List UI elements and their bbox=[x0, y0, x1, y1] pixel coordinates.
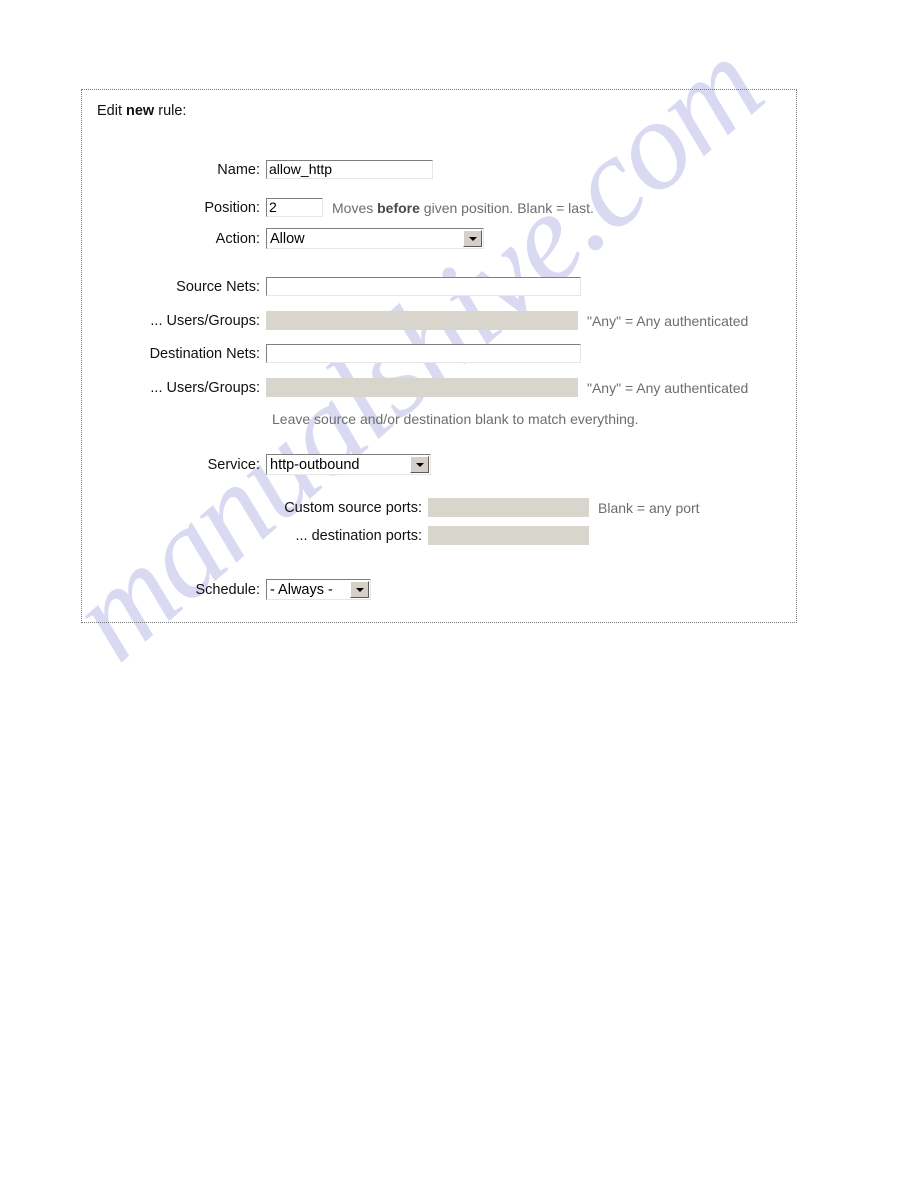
service-label: Service: bbox=[207, 456, 260, 473]
source-users-label: ... Users/Groups: bbox=[150, 312, 260, 329]
row-custom-source-ports: Custom source ports: Blank = any port bbox=[82, 498, 700, 517]
row-source-nets: Source Nets: bbox=[82, 277, 581, 296]
custom-destination-ports-label: ... destination ports: bbox=[295, 527, 422, 544]
destination-nets-input[interactable] bbox=[266, 344, 581, 363]
action-select-value: Allow bbox=[270, 230, 305, 247]
chevron-down-icon[interactable] bbox=[463, 230, 482, 247]
position-hint-suffix: given position. Blank = last. bbox=[419, 199, 594, 216]
schedule-select[interactable]: - Always - bbox=[266, 579, 371, 600]
panel-title-prefix: Edit bbox=[97, 103, 127, 119]
destination-users-input bbox=[266, 378, 578, 397]
custom-source-ports-input bbox=[428, 498, 589, 517]
custom-source-ports-label: Custom source ports: bbox=[284, 499, 422, 516]
row-name: Name: allow_http bbox=[82, 160, 433, 179]
row-destination-users: ... Users/Groups: "Any" = Any authentica… bbox=[82, 378, 748, 397]
destination-nets-label: Destination Nets: bbox=[149, 345, 260, 362]
row-custom-destination-ports: ... destination ports: bbox=[82, 526, 589, 545]
destination-users-hint: "Any" = Any authenticated bbox=[587, 379, 749, 396]
custom-source-ports-hint: Blank = any port bbox=[598, 499, 700, 516]
source-nets-label: Source Nets: bbox=[176, 278, 260, 295]
schedule-label: Schedule: bbox=[195, 581, 261, 598]
panel-title: Edit new rule: bbox=[97, 103, 186, 119]
name-input[interactable]: allow_http bbox=[266, 160, 433, 179]
position-hint-emphasis: before bbox=[377, 199, 420, 216]
panel-title-suffix: rule: bbox=[154, 103, 187, 119]
row-destination-nets: Destination Nets: bbox=[82, 344, 581, 363]
destination-users-label: ... Users/Groups: bbox=[150, 379, 260, 396]
name-label: Name: bbox=[217, 161, 260, 178]
panel-title-emphasis: new bbox=[126, 103, 155, 119]
service-select[interactable]: http-outbound bbox=[266, 454, 431, 475]
position-hint-prefix: Moves bbox=[332, 199, 378, 216]
position-label: Position: bbox=[204, 199, 260, 216]
chevron-down-icon[interactable] bbox=[410, 456, 429, 473]
row-service: Service: http-outbound bbox=[82, 454, 431, 475]
schedule-select-value: - Always - bbox=[270, 581, 333, 598]
custom-destination-ports-input bbox=[428, 526, 589, 545]
source-users-input bbox=[266, 311, 578, 330]
action-select[interactable]: Allow bbox=[266, 228, 484, 249]
source-nets-input[interactable] bbox=[266, 277, 581, 296]
service-select-value: http-outbound bbox=[270, 456, 360, 473]
chevron-down-icon[interactable] bbox=[350, 581, 369, 598]
row-position: Position: 2 Moves before given position.… bbox=[82, 198, 594, 217]
row-source-users: ... Users/Groups: "Any" = Any authentica… bbox=[82, 311, 748, 330]
position-input[interactable]: 2 bbox=[266, 198, 323, 217]
row-schedule: Schedule: - Always - bbox=[82, 579, 371, 600]
row-action: Action: Allow bbox=[82, 228, 484, 249]
position-hint: Moves before given position. Blank = las… bbox=[332, 200, 594, 216]
blank-match-note: Leave source and/or destination blank to… bbox=[272, 411, 639, 427]
source-users-hint: "Any" = Any authenticated bbox=[587, 312, 749, 329]
action-label: Action: bbox=[215, 230, 260, 247]
edit-rule-panel: Edit new rule: Name: allow_http Position… bbox=[81, 89, 797, 623]
